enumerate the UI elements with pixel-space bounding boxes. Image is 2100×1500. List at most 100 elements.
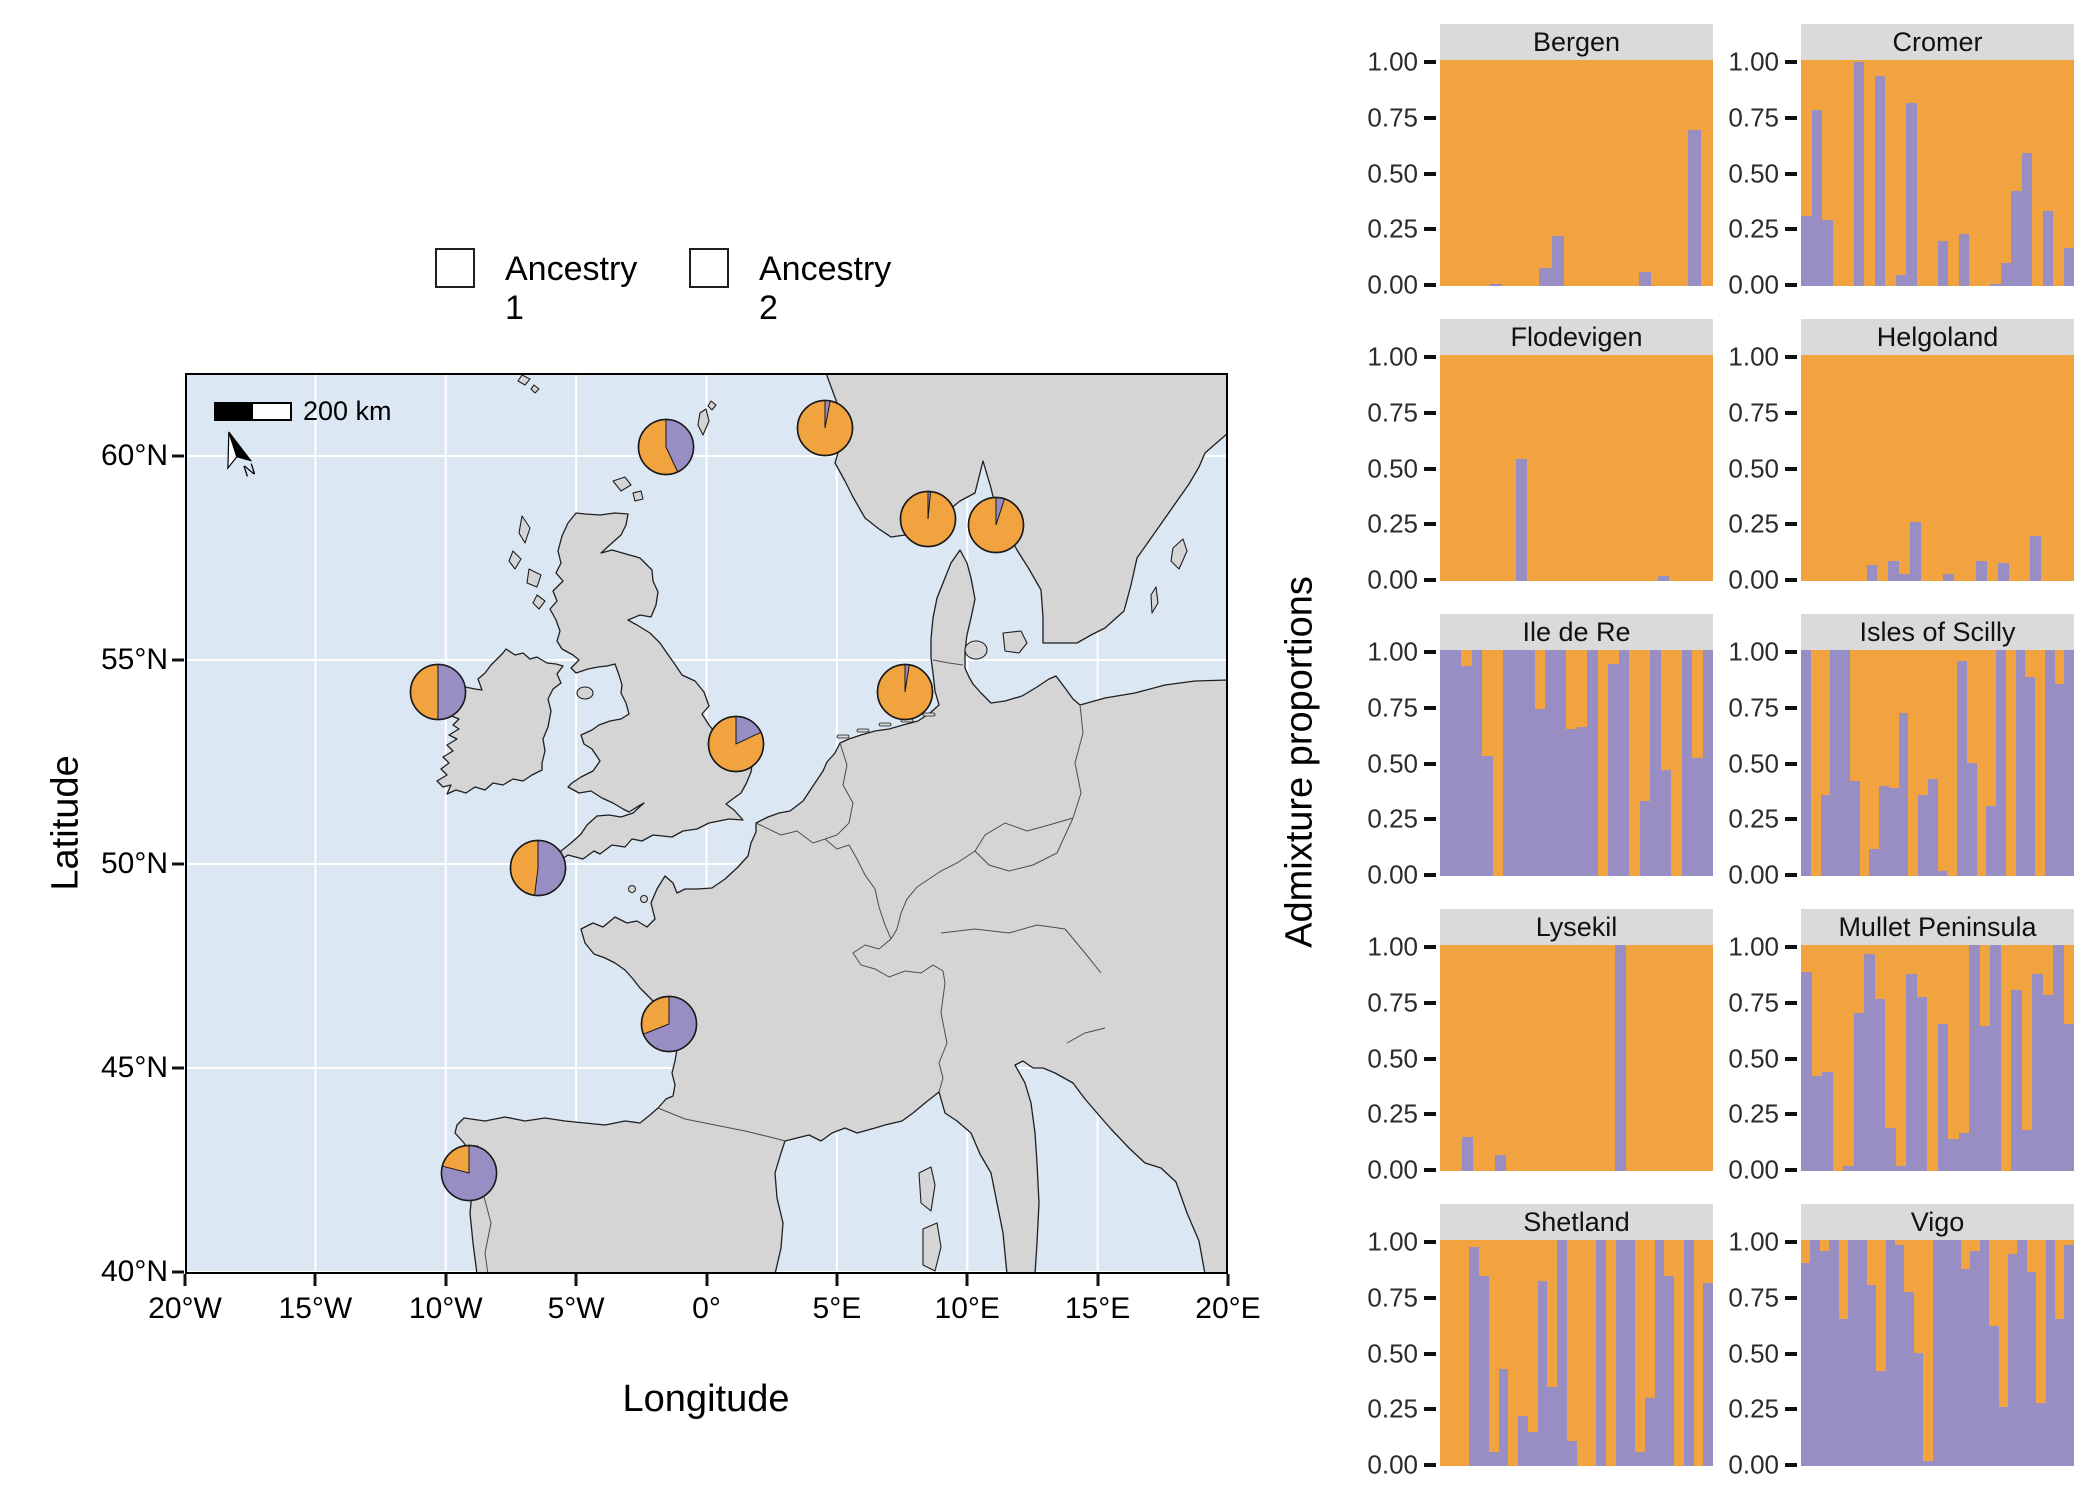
ancestry2-segment	[1875, 999, 1886, 1171]
ancestry2-segment	[2022, 153, 2033, 286]
individual-bar	[1834, 355, 1845, 581]
panel-y-tick-label: 0.75	[1350, 397, 1418, 428]
ancestry2-segment	[1918, 795, 1928, 876]
individual-bar	[1867, 355, 1878, 581]
individual-bar	[1845, 355, 1856, 581]
individual-bar	[1450, 1240, 1460, 1466]
individual-bar	[1854, 60, 1865, 286]
individual-bar	[1875, 60, 1886, 286]
panel-y-tick-label: 0.00	[1711, 565, 1779, 596]
individual-bar	[2030, 355, 2041, 581]
panel-y-tick-label: 0.00	[1350, 270, 1418, 301]
ancestry2-segment	[2046, 1240, 2055, 1466]
individual-bar	[1896, 945, 1907, 1171]
individual-bar	[1969, 60, 1980, 286]
individual-bar	[1637, 355, 1648, 581]
individual-bar	[1549, 945, 1560, 1171]
panel-y-tick	[1424, 762, 1436, 766]
individual-bar	[1635, 1240, 1645, 1466]
individual-bar	[1980, 60, 1991, 286]
map-x-tick	[966, 1274, 969, 1286]
individual-bar	[1577, 1240, 1587, 1466]
individual-bar	[1489, 1240, 1499, 1466]
ancestry2-segment	[1801, 972, 1812, 1171]
individual-bar	[1506, 355, 1517, 581]
panel-y-tick-label: 1.00	[1350, 932, 1418, 963]
individual-bar	[1516, 945, 1527, 1171]
ancestry2-segment	[1906, 974, 1917, 1171]
individual-bar	[1655, 1240, 1665, 1466]
individual-bar	[1921, 355, 1932, 581]
ancestry2-segment	[1885, 1128, 1896, 1171]
ancestry2-segment	[1461, 666, 1472, 876]
individual-bar	[1969, 945, 1980, 1171]
ancestry2-segment	[1839, 1319, 1848, 1466]
individual-bar	[1663, 60, 1675, 286]
individual-bar	[1616, 1240, 1626, 1466]
facet-plot-shetland	[1440, 1240, 1713, 1466]
individual-bar	[1661, 650, 1672, 876]
individual-bar	[1596, 1240, 1606, 1466]
ancestry2-segment	[2030, 536, 2041, 581]
map-y-tick	[172, 1067, 184, 1070]
individual-bar	[1821, 650, 1831, 876]
panel-y-tick-label: 0.75	[1711, 102, 1779, 133]
individual-bar	[2043, 945, 2054, 1171]
ancestry2-segment	[1980, 1240, 1989, 1466]
individual-bar	[1928, 650, 1938, 876]
ancestry2-segment	[1538, 1281, 1548, 1466]
individual-bar	[1959, 945, 1970, 1171]
individual-bar	[2063, 355, 2074, 581]
panel-y-tick	[1785, 1112, 1797, 1116]
individual-bar	[1848, 1240, 1857, 1466]
individual-bar	[1801, 1240, 1810, 1466]
facet-strip-flodevigen: Flodevigen	[1440, 319, 1713, 355]
individual-bar	[1495, 945, 1506, 1171]
individual-bar	[1860, 650, 1870, 876]
individual-bar	[1484, 355, 1495, 581]
individual-bar	[1461, 650, 1472, 876]
individual-bar	[1524, 650, 1535, 876]
ancestry2-segment	[2036, 1403, 2045, 1466]
individual-bar	[1933, 1240, 1942, 1466]
ancestry2-segment	[2043, 211, 2054, 286]
ancestry2-segment	[2016, 650, 2026, 876]
individual-bar	[1908, 650, 1918, 876]
ancestry2-segment	[1943, 574, 1954, 581]
individual-bar	[2052, 355, 2063, 581]
ancestry2-segment	[1489, 1452, 1499, 1466]
individual-bar	[2043, 60, 2054, 286]
ancestry2-segment	[1440, 650, 1451, 876]
individual-bar	[2027, 1240, 2036, 1466]
panel-y-tick-label: 0.75	[1350, 692, 1418, 723]
individual-bar	[1535, 650, 1546, 876]
panel-y-tick	[1785, 116, 1797, 120]
ancestry2-segment	[2032, 974, 2043, 1171]
panel-y-tick	[1785, 227, 1797, 231]
individual-bar	[1560, 355, 1571, 581]
ancestry2-segment	[1867, 1285, 1876, 1466]
ancestry2-segment	[1879, 786, 1889, 876]
facet-plot-cromer	[1801, 60, 2074, 286]
map-y-tick-label: 40°N	[60, 1255, 168, 1289]
individual-bar	[1927, 945, 1938, 1171]
individual-bar	[1495, 355, 1506, 581]
map-x-tick-label: 0°	[692, 1292, 721, 1326]
individual-bar	[1692, 650, 1703, 876]
individual-bar	[1462, 355, 1473, 581]
pie-mullet-peninsula	[411, 665, 466, 720]
panel-y-tick	[1785, 706, 1797, 710]
ancestry2-segment	[1914, 1353, 1923, 1466]
ancestry2-segment	[1822, 220, 1833, 286]
panel-y-tick	[1424, 1168, 1436, 1172]
ancestry2-segment	[1876, 1371, 1885, 1466]
individual-bar	[1829, 1240, 1838, 1466]
individual-bar	[1556, 650, 1567, 876]
ancestry2-segment	[1938, 871, 1948, 876]
individual-bar	[1615, 945, 1626, 1171]
ancestry2-segment	[1906, 103, 1917, 286]
individual-bar	[1490, 60, 1502, 286]
ancestry2-segment	[1976, 561, 1987, 581]
ancestry2-segment	[2011, 191, 2022, 286]
individual-bar	[1889, 650, 1899, 876]
